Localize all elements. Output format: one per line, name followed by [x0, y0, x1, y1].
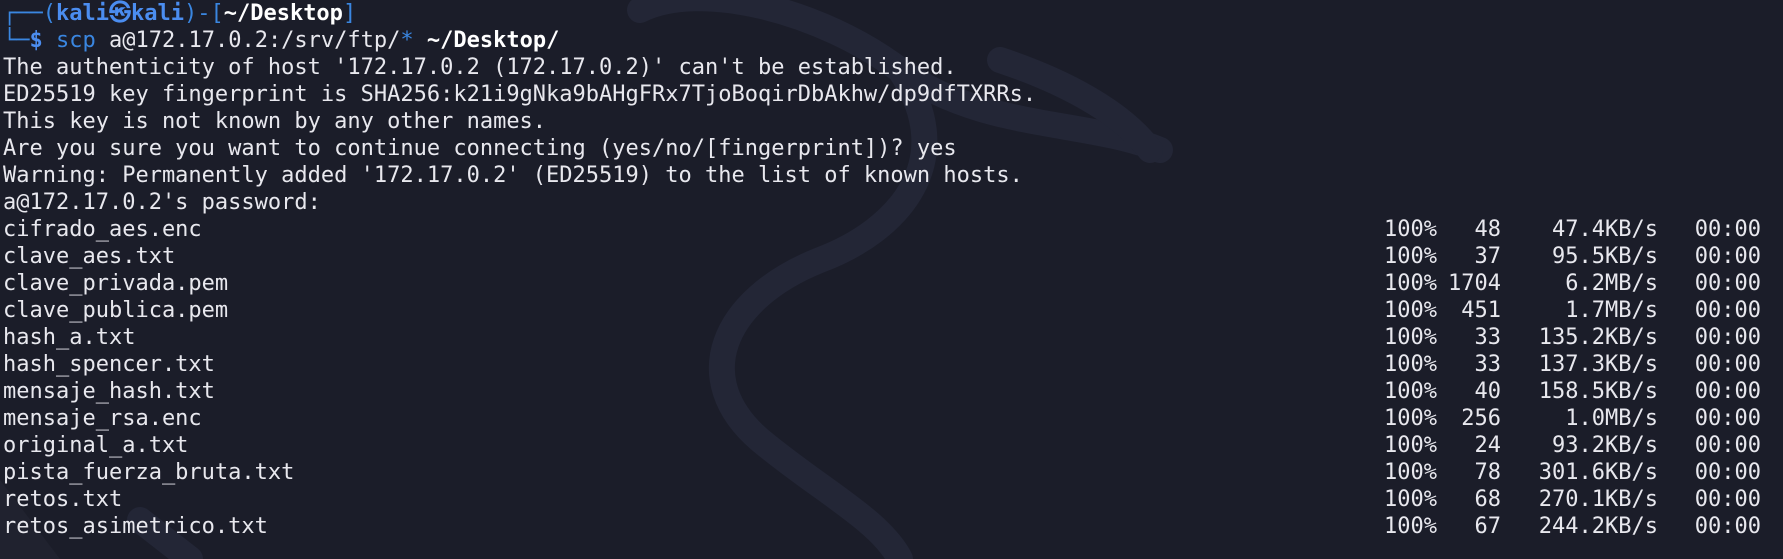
transfer-time: 00:00: [1694, 217, 1761, 242]
transfer-time: 00:00: [1694, 325, 1761, 350]
transfer-size: 37: [1474, 244, 1502, 269]
prompt-host: kali: [130, 1, 184, 26]
transfer-row: original_a.txt 100% 24 93.2KB/s 00:00: [3, 432, 1778, 459]
transfer-percent: 100%: [1384, 379, 1437, 404]
transfer-row: clave_privada.pem 100% 1704 6.2MB/s 00:00: [3, 270, 1778, 297]
transfer-filename: retos.txt: [3, 487, 123, 512]
transfer-row: retos.txt 100% 68 270.1KB/s 00:00: [3, 486, 1778, 513]
transfer-size: 33: [1474, 352, 1502, 377]
transfer-time: 00:00: [1694, 487, 1761, 512]
message-line: Warning: Permanently added '172.17.0.2' …: [3, 163, 1023, 188]
transfer-speed: 1.7MB/s: [1565, 298, 1658, 323]
transfer-filename: original_a.txt: [3, 433, 189, 458]
message-line: This key is not known by any other names…: [3, 109, 547, 134]
transfer-percent: 100%: [1384, 352, 1437, 377]
transfer-size: 48: [1474, 217, 1502, 242]
transfer-speed: 6.2MB/s: [1565, 271, 1658, 296]
transfer-speed: 270.1KB/s: [1538, 487, 1658, 512]
transfer-percent: 100%: [1384, 487, 1437, 512]
transfer-speed: 93.2KB/s: [1552, 433, 1658, 458]
transfer-filename: pista_fuerza_bruta.txt: [3, 460, 295, 485]
transfer-speed: 137.3KB/s: [1538, 352, 1658, 377]
transfer-time: 00:00: [1694, 244, 1761, 269]
transfer-filename: clave_aes.txt: [3, 244, 176, 269]
prompt-user: kali: [55, 1, 109, 26]
message-line: Are you sure you want to continue connec…: [3, 136, 957, 161]
command-source: a@172.17.0.2:/srv/ftp/: [109, 28, 401, 53]
transfer-size: 68: [1474, 487, 1502, 512]
transfer-filename: mensaje_rsa.enc: [3, 406, 202, 431]
transfer-row: cifrado_aes.enc 100% 48 47.4KB/s 00:00: [3, 216, 1778, 243]
transfer-size: 78: [1474, 460, 1502, 485]
transfer-time: 00:00: [1694, 406, 1761, 431]
transfer-row: mensaje_hash.txt 100% 40 158.5KB/s 00:00: [3, 378, 1778, 405]
transfer-time: 00:00: [1694, 433, 1761, 458]
command-program: scp: [56, 28, 96, 53]
transfer-time: 00:00: [1694, 352, 1761, 377]
prompt-dollar: $: [29, 28, 43, 53]
transfer-percent: 100%: [1384, 460, 1437, 485]
transfer-size: 67: [1474, 514, 1502, 539]
transfer-size: 1704: [1448, 271, 1501, 296]
prompt-line-top: ┌──(kali㉿kali)-[~/Desktop]: [3, 1, 357, 26]
transfer-time: 00:00: [1694, 514, 1761, 539]
transfer-size: 24: [1474, 433, 1502, 458]
transfer-percent: 100%: [1384, 406, 1437, 431]
transfer-size: 40: [1474, 379, 1502, 404]
transfer-row: clave_aes.txt 100% 37 95.5KB/s 00:00: [3, 243, 1778, 270]
transfer-filename: hash_spencer.txt: [3, 352, 215, 377]
transfer-percent: 100%: [1384, 433, 1437, 458]
transfer-speed: 158.5KB/s: [1538, 379, 1658, 404]
transfer-percent: 100%: [1384, 271, 1437, 296]
transfer-filename: hash_a.txt: [3, 325, 136, 350]
transfer-row: retos_asimetrico.txt 100% 67 244.2KB/s 00:00: [3, 513, 1778, 540]
transfer-percent: 100%: [1384, 325, 1437, 350]
transfer-row: hash_spencer.txt 100% 33 137.3KB/s 00:00: [3, 351, 1778, 378]
transfer-filename: mensaje_hash.txt: [3, 379, 215, 404]
terminal-output[interactable]: ┌──(kali㉿kali)-[~/Desktop] └─$ scp a@172…: [3, 0, 1778, 540]
transfer-row: clave_publica.pem 100% 451 1.7MB/s 00:00: [3, 297, 1778, 324]
transfer-percent: 100%: [1384, 217, 1437, 242]
transfer-time: 00:00: [1694, 460, 1761, 485]
transfer-filename: retos_asimetrico.txt: [3, 514, 268, 539]
transfer-size: 256: [1461, 406, 1501, 431]
command-dest: ~/Desktop/: [426, 28, 560, 53]
transfer-time: 00:00: [1694, 271, 1761, 296]
transfer-percent: 100%: [1384, 514, 1437, 539]
prompt-at-glyph: ㉿: [108, 1, 131, 26]
transfer-row: mensaje_rsa.enc 100% 256 1.0MB/s 00:00: [3, 405, 1778, 432]
transfer-filename: clave_publica.pem: [3, 298, 229, 323]
command-glob: *: [400, 28, 414, 53]
transfer-list: cifrado_aes.enc 100% 48 47.4KB/s 00:00 clave…: [3, 216, 1778, 540]
transfer-row: pista_fuerza_bruta.txt 100% 78 301.6KB/s 00:…: [3, 459, 1778, 486]
transfer-speed: 1.0MB/s: [1565, 406, 1658, 431]
prompt-cwd: ~/Desktop: [223, 1, 343, 26]
transfer-percent: 100%: [1384, 244, 1437, 269]
password-prompt: a@172.17.0.2's password:: [3, 190, 335, 215]
transfer-filename: clave_privada.pem: [3, 271, 229, 296]
transfer-filename: cifrado_aes.enc: [3, 217, 202, 242]
transfer-speed: 135.2KB/s: [1538, 325, 1658, 350]
transfer-percent: 100%: [1384, 298, 1437, 323]
transfer-speed: 95.5KB/s: [1552, 244, 1658, 269]
transfer-size: 33: [1474, 325, 1502, 350]
transfer-row: hash_a.txt 100% 33 135.2KB/s 00:00: [3, 324, 1778, 351]
transfer-time: 00:00: [1694, 379, 1761, 404]
message-line: The authenticity of host '172.17.0.2 (17…: [3, 55, 957, 80]
transfer-speed: 47.4KB/s: [1552, 217, 1658, 242]
transfer-time: 00:00: [1694, 298, 1761, 323]
transfer-speed: 244.2KB/s: [1538, 514, 1658, 539]
message-line: ED25519 key fingerprint is SHA256:k21i9g…: [3, 82, 1037, 107]
prompt-line-command: └─$ scp a@172.17.0.2:/srv/ftp/* ~/Deskto…: [3, 28, 560, 53]
transfer-speed: 301.6KB/s: [1538, 460, 1658, 485]
transfer-size: 451: [1461, 298, 1501, 323]
